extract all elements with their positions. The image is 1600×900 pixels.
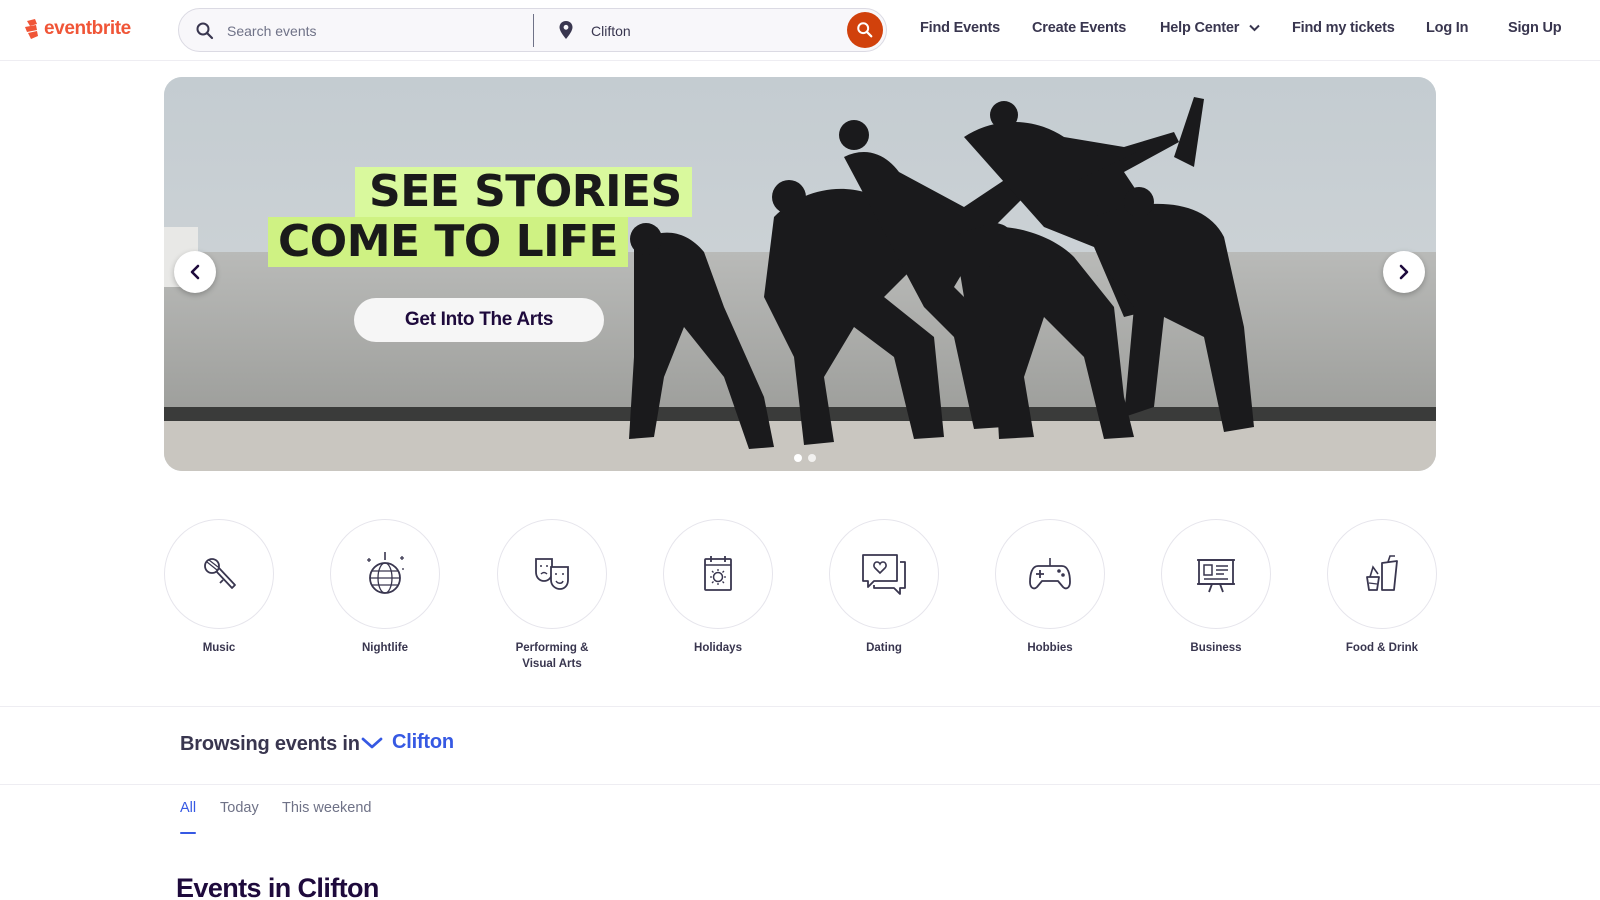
eventbrite-logo[interactable]: eventbrite (22, 16, 131, 42)
category-label: Holidays (694, 642, 742, 654)
carousel-dot-1[interactable] (794, 454, 802, 462)
microphone-icon (204, 558, 236, 589)
location-dropdown-value: Clifton (392, 731, 454, 753)
category-music-circle (164, 519, 274, 629)
hero-banner[interactable]: SEE STORIES COME TO LIFE Get Into The Ar… (164, 77, 1436, 471)
top-header: eventbrite Find Events Create Events Hel… (0, 0, 1600, 61)
category-dating[interactable]: Dating (829, 519, 939, 656)
hero-headline-line-2: COME TO LIFE (268, 217, 629, 267)
chevron-down-icon (361, 737, 383, 748)
category-music[interactable]: Music (164, 519, 274, 656)
category-nightlife-circle (330, 519, 440, 629)
chat-heart-icon (862, 554, 906, 595)
eventbrite-logo-icon (25, 19, 38, 39)
disco-ball-icon (367, 552, 404, 594)
tab-this-weekend[interactable]: This weekend (282, 800, 371, 816)
tab-today[interactable]: Today (220, 800, 259, 816)
get-into-the-arts-button[interactable]: Get Into The Arts (354, 298, 604, 342)
location-dropdown[interactable]: Clifton (360, 731, 454, 754)
presentation-board-icon (1197, 559, 1235, 593)
nav-help-center[interactable]: Help Center (1160, 20, 1260, 36)
search-button-icon (857, 22, 873, 38)
category-holidays-circle (663, 519, 773, 629)
chevron-left-icon (190, 264, 200, 280)
drinks-icon (1366, 555, 1398, 591)
category-label: Performing & Visual Arts (515, 642, 589, 670)
category-food-drink[interactable]: Food & Drink (1327, 519, 1437, 656)
location-pin-icon (559, 21, 573, 39)
search-submit-button[interactable] (847, 12, 883, 48)
nav-find-events[interactable]: Find Events (920, 20, 1000, 36)
category-holidays[interactable]: Holidays (663, 519, 773, 656)
category-label: Business (1190, 642, 1242, 654)
search-divider (533, 14, 534, 47)
search-input[interactable] (227, 20, 507, 42)
hero-headline-line-1: SEE STORIES (355, 167, 692, 217)
nav-help-center-label: Help Center (1160, 20, 1240, 36)
browsing-lead-text: Browsing events in (180, 733, 360, 755)
game-controller-icon (1029, 558, 1071, 590)
carousel-dot-2[interactable] (808, 454, 816, 462)
category-label: Food & Drink (1345, 642, 1419, 654)
carousel-dots (794, 454, 816, 462)
category-nightlife[interactable]: Nightlife (330, 519, 440, 656)
events-section-title: Events in Clifton (176, 873, 379, 900)
category-label: Dating (866, 642, 902, 654)
category-hobbies-circle (995, 519, 1105, 629)
search-icon (196, 22, 214, 40)
category-business[interactable]: Business (1161, 519, 1271, 656)
category-food-drink-circle (1327, 519, 1437, 629)
nav-sign-up[interactable]: Sign Up (1508, 20, 1562, 36)
active-tab-indicator (180, 832, 196, 834)
category-hobbies[interactable]: Hobbies (995, 519, 1105, 656)
category-performing-arts-circle (497, 519, 607, 629)
calendar-icon (704, 556, 732, 591)
category-business-circle (1161, 519, 1271, 629)
category-label: Nightlife (362, 642, 408, 654)
category-performing-visual-arts[interactable]: Performing & Visual Arts (497, 519, 607, 672)
location-input[interactable] (591, 20, 831, 42)
tab-all[interactable]: All (180, 800, 196, 816)
nav-log-in[interactable]: Log In (1426, 20, 1468, 36)
category-dating-circle (829, 519, 939, 629)
browsing-location-bar: Browsing events in Clifton (0, 706, 1600, 785)
chevron-right-icon (1399, 264, 1409, 280)
search-bar (178, 8, 887, 52)
theater-masks-icon (535, 558, 569, 590)
carousel-prev-button[interactable] (174, 251, 216, 293)
category-label: Music (202, 642, 236, 654)
logo-text: eventbrite (44, 18, 131, 39)
chevron-down-icon (1249, 24, 1260, 32)
carousel-next-button[interactable] (1383, 251, 1425, 293)
nav-create-events[interactable]: Create Events (1032, 20, 1126, 36)
nav-find-my-tickets[interactable]: Find my tickets (1292, 20, 1395, 36)
category-label: Hobbies (1027, 642, 1073, 654)
hero-dancers-photo (164, 77, 1436, 471)
